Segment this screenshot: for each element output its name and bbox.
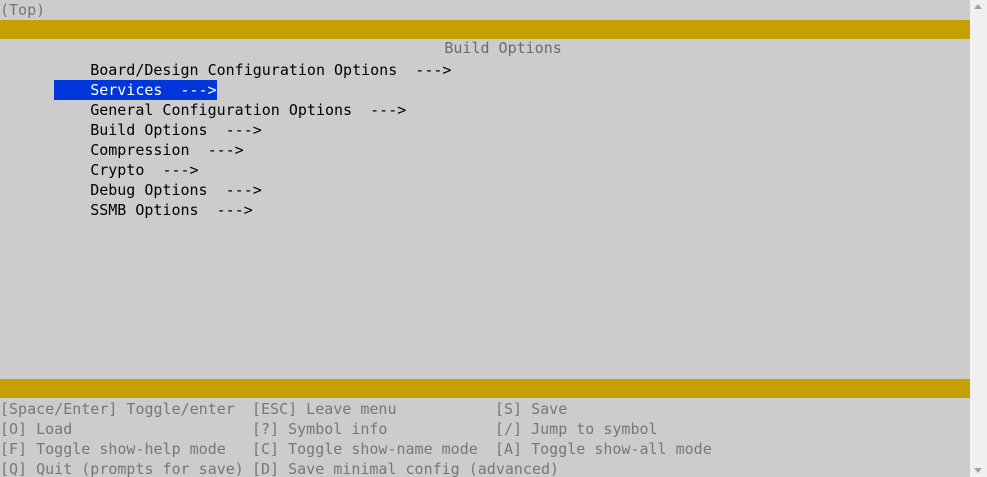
submenu-arrow: ---> [225,121,262,139]
chevron-down-icon[interactable] [974,468,982,473]
help-toggle-enter: [Space/Enter] Toggle/enter [0,400,235,418]
menu-path: (Top) [0,1,46,19]
menu-item-label: Debug Options [90,181,208,199]
chevron-up-icon[interactable] [974,4,982,9]
submenu-arrow: ---> [162,161,199,179]
help-symbol-info: [?] Symbol info [252,420,388,438]
help-show-all-mode: [A] Toggle show-all mode [495,440,712,458]
menu-item-label: General Configuration Options [90,101,353,119]
help-show-help-mode: [F] Toggle show-help mode [0,440,226,458]
menu-title-bar: Build Options [0,20,970,57]
help-quit: [Q] Quit (prompts for save) [0,460,244,477]
help-row: [F] Toggle show-help mode [C] Toggle sho… [0,439,970,459]
menu-item-label: Compression [90,141,190,159]
menu-item-label: Crypto [90,161,145,179]
help-row: [Q] Quit (prompts for save) [D] Save min… [0,459,970,477]
submenu-arrow: ---> [415,61,452,79]
help-leave-menu: [ESC] Leave menu [252,400,397,418]
help-jump-to-symbol: [/] Jump to symbol [495,420,658,438]
submenu-arrow: ---> [180,81,217,99]
help-row: [O] Load [?] Symbol info [/] Jump to sym… [0,419,970,439]
help-show-name-mode: [C] Toggle show-name mode [252,440,478,458]
menu-item-label: Build Options [90,121,208,139]
menu-list: Board/Design Configuration Options ---> … [0,40,970,219]
submenu-arrow: ---> [225,181,262,199]
menu-bottom-bar [0,379,970,398]
vertical-scrollbar[interactable] [970,0,987,477]
submenu-arrow: ---> [370,101,407,119]
terminal-window: (Top) Build Options Board/Design Configu… [0,0,970,477]
help-load: [O] Load [0,420,73,438]
menu-item-label: Services [90,81,163,99]
menu-item-label: SSMB Options [90,201,199,219]
help-save: [S] Save [495,400,568,418]
help-row: [Space/Enter] Toggle/enter [ESC] Leave m… [0,399,970,419]
submenu-arrow: ---> [216,201,253,219]
keybinding-help: [Space/Enter] Toggle/enter [ESC] Leave m… [0,399,970,477]
help-save-minimal: [D] Save minimal config (advanced) [252,460,560,477]
submenu-arrow: ---> [207,141,244,159]
menu-item-board-design[interactable]: Board/Design Configuration Options ---> [0,40,970,79]
menu-item-label: Board/Design Configuration Options [90,61,398,79]
